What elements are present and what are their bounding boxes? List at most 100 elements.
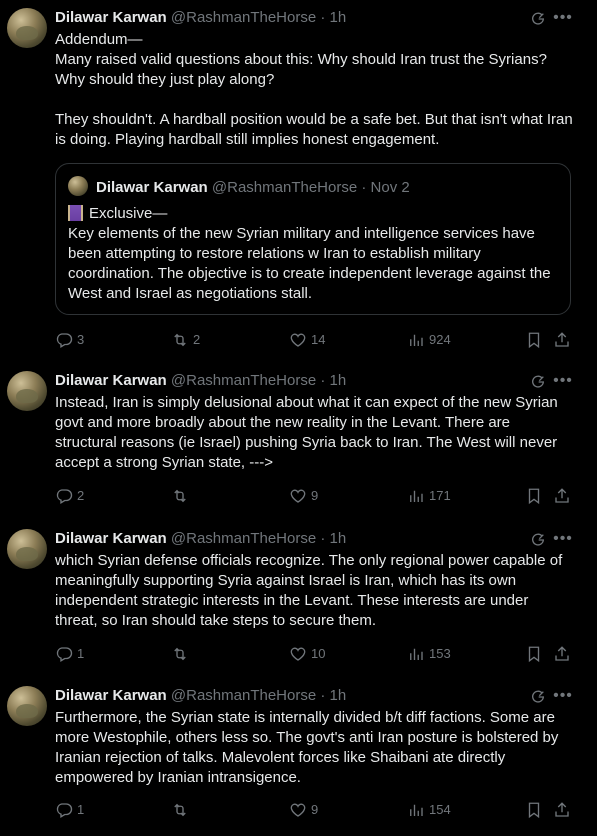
more-icon[interactable]: ••• bbox=[553, 531, 573, 547]
author-name[interactable]: Dilawar Karwan bbox=[55, 530, 167, 547]
quoted-post-first-line: Exclusive— bbox=[89, 205, 168, 222]
author-handle[interactable]: @RashmanTheHorse bbox=[171, 372, 316, 389]
like-button[interactable]: 14 bbox=[289, 330, 325, 350]
post-header: Dilawar Karwan @RashmanTheHorse · 1h bbox=[55, 686, 346, 706]
repost-count: 2 bbox=[193, 332, 201, 347]
views-button[interactable]: 924 bbox=[407, 330, 451, 350]
grok-icon[interactable] bbox=[530, 532, 546, 548]
grok-icon[interactable] bbox=[530, 11, 546, 27]
reply-count: 1 bbox=[77, 646, 85, 661]
grok-icon[interactable] bbox=[530, 374, 546, 390]
reply-count: 2 bbox=[77, 488, 85, 503]
scroll-icon bbox=[68, 205, 83, 221]
like-button[interactable]: 9 bbox=[289, 486, 318, 506]
author-avatar[interactable] bbox=[7, 686, 47, 726]
author-name[interactable]: Dilawar Karwan bbox=[55, 687, 167, 704]
separator-dot: · bbox=[361, 179, 367, 196]
bookmark-button[interactable] bbox=[525, 644, 543, 664]
author-name[interactable]: Dilawar Karwan bbox=[55, 9, 167, 26]
repost-button[interactable] bbox=[171, 644, 193, 664]
views-button[interactable]: 153 bbox=[407, 644, 451, 664]
bookmark-icon bbox=[525, 801, 543, 819]
view-count: 154 bbox=[429, 802, 451, 817]
share-button[interactable] bbox=[553, 486, 571, 506]
separator-dot: · bbox=[320, 687, 326, 704]
heart-icon bbox=[289, 645, 307, 663]
like-button[interactable]: 9 bbox=[289, 800, 318, 820]
quoted-post[interactable]: Dilawar Karwan @RashmanTheHorse · Nov 2 … bbox=[55, 163, 571, 315]
reply-icon bbox=[55, 801, 73, 819]
separator-dot: · bbox=[320, 9, 326, 26]
heart-icon bbox=[289, 801, 307, 819]
like-button[interactable]: 10 bbox=[289, 644, 325, 664]
author-handle[interactable]: @RashmanTheHorse bbox=[171, 9, 316, 26]
view-count: 924 bbox=[429, 332, 451, 347]
reply-count: 3 bbox=[77, 332, 85, 347]
bookmark-button[interactable] bbox=[525, 800, 543, 820]
action-bar: 2 9 171 bbox=[55, 486, 575, 506]
view-count: 171 bbox=[429, 488, 451, 503]
quoted-author-name: Dilawar Karwan bbox=[96, 179, 208, 196]
author-name[interactable]: Dilawar Karwan bbox=[55, 372, 167, 389]
quoted-post-body: Key elements of the new Syrian military … bbox=[68, 225, 555, 302]
share-button[interactable] bbox=[553, 644, 571, 664]
quoted-post-header: Dilawar Karwan @RashmanTheHorse · Nov 2 bbox=[96, 178, 410, 198]
bookmark-icon bbox=[525, 645, 543, 663]
repost-button[interactable] bbox=[171, 486, 193, 506]
more-icon[interactable]: ••• bbox=[553, 688, 573, 704]
bookmark-icon bbox=[525, 331, 543, 349]
repost-button[interactable] bbox=[171, 800, 193, 820]
heart-icon bbox=[289, 487, 307, 505]
post-text: Furthermore, the Syrian state is interna… bbox=[55, 709, 563, 786]
views-button[interactable]: 154 bbox=[407, 800, 451, 820]
repost-icon bbox=[171, 331, 189, 349]
more-icon[interactable]: ••• bbox=[553, 10, 573, 26]
views-icon bbox=[407, 331, 425, 349]
repost-icon bbox=[171, 801, 189, 819]
separator-dot: · bbox=[320, 372, 326, 389]
post-time[interactable]: 1h bbox=[330, 687, 347, 704]
views-icon bbox=[407, 801, 425, 819]
reply-button[interactable]: 1 bbox=[55, 644, 84, 664]
post-time[interactable]: 1h bbox=[330, 9, 347, 26]
reply-button[interactable]: 1 bbox=[55, 800, 84, 820]
view-count: 153 bbox=[429, 646, 451, 661]
share-icon bbox=[553, 487, 571, 505]
action-bar: 1 10 153 bbox=[55, 644, 575, 664]
share-button[interactable] bbox=[553, 330, 571, 350]
bookmark-button[interactable] bbox=[525, 330, 543, 350]
share-icon bbox=[553, 801, 571, 819]
author-avatar[interactable] bbox=[7, 529, 47, 569]
views-icon bbox=[407, 487, 425, 505]
reply-icon bbox=[55, 487, 73, 505]
author-avatar[interactable] bbox=[7, 371, 47, 411]
quoted-author-handle: @RashmanTheHorse bbox=[211, 179, 358, 196]
repost-icon bbox=[171, 487, 189, 505]
post-time[interactable]: 1h bbox=[330, 530, 347, 547]
reply-icon bbox=[55, 331, 73, 349]
views-button[interactable]: 171 bbox=[407, 486, 451, 506]
share-icon bbox=[553, 331, 571, 349]
post-time[interactable]: 1h bbox=[330, 372, 347, 389]
author-avatar[interactable] bbox=[7, 8, 47, 48]
repost-button[interactable]: 2 bbox=[171, 330, 200, 350]
reply-button[interactable]: 2 bbox=[55, 486, 84, 506]
post-header: Dilawar Karwan @RashmanTheHorse · 1h bbox=[55, 371, 346, 391]
author-handle[interactable]: @RashmanTheHorse bbox=[171, 530, 316, 547]
quoted-author-avatar bbox=[68, 176, 88, 196]
quoted-post-time: Nov 2 bbox=[370, 179, 410, 196]
post-header: Dilawar Karwan @RashmanTheHorse · 1h bbox=[55, 529, 346, 549]
share-button[interactable] bbox=[553, 800, 571, 820]
action-bar: 3 2 14 924 bbox=[55, 330, 575, 350]
reply-button[interactable]: 3 bbox=[55, 330, 84, 350]
post-text: Addendum— Many raised valid questions ab… bbox=[55, 31, 573, 148]
author-handle[interactable]: @RashmanTheHorse bbox=[171, 687, 316, 704]
reply-icon bbox=[55, 645, 73, 663]
bookmark-button[interactable] bbox=[525, 486, 543, 506]
action-bar: 1 9 154 bbox=[55, 800, 575, 820]
grok-icon[interactable] bbox=[530, 689, 546, 705]
heart-icon bbox=[289, 331, 307, 349]
reply-count: 1 bbox=[77, 802, 85, 817]
repost-icon bbox=[171, 645, 189, 663]
more-icon[interactable]: ••• bbox=[553, 373, 573, 389]
